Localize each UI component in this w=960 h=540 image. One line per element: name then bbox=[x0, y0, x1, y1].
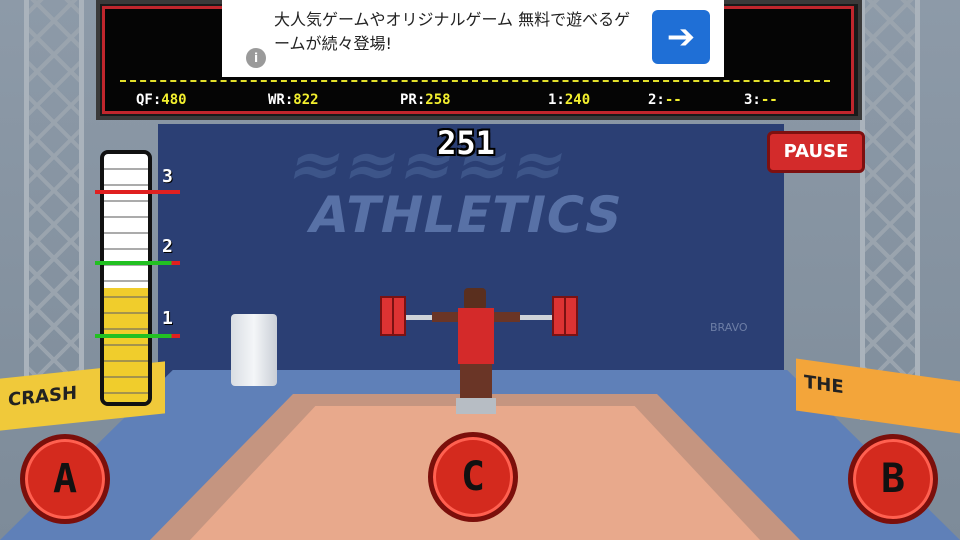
stat-qf-label: QF: bbox=[136, 92, 162, 108]
left-truss bbox=[24, 0, 84, 420]
stat-rank1-value: 240 bbox=[564, 92, 591, 108]
stat-pr-label: PR: bbox=[400, 92, 426, 108]
stat-wr-value: 822 bbox=[293, 92, 319, 108]
stat-rank1: 1:240 bbox=[548, 92, 590, 108]
barbell-plate-left-inner bbox=[392, 296, 406, 336]
stat-rank2-value: -- bbox=[664, 92, 682, 108]
stat-qf-value: 480 bbox=[161, 92, 187, 108]
stat-wr-label: WR: bbox=[268, 92, 294, 108]
power-meter bbox=[100, 150, 152, 406]
stat-pr: PR:258 bbox=[400, 92, 451, 108]
meter-mark-3 bbox=[95, 190, 180, 194]
right-truss bbox=[860, 0, 920, 420]
a-button[interactable]: A bbox=[20, 434, 110, 524]
sponsor-logo: BRAVO bbox=[710, 321, 748, 334]
ad-arrow-icon[interactable]: ➔ bbox=[652, 10, 710, 64]
b-button[interactable]: B bbox=[848, 434, 938, 524]
ad-text[interactable]: 大人気ゲームやオリジナルゲーム 無料で遊べるゲームが続々登場! bbox=[274, 8, 644, 56]
stat-rank1-label: 1: bbox=[548, 92, 565, 108]
stat-rank3-value: -- bbox=[760, 92, 778, 108]
stat-rank3: 3:-- bbox=[744, 92, 778, 108]
stat-wr: WR:822 bbox=[268, 92, 319, 108]
lifter-body bbox=[458, 308, 494, 364]
stat-rank3-label: 3: bbox=[744, 92, 761, 108]
stat-pr-value: 258 bbox=[425, 92, 451, 108]
meter-label-1: 1 bbox=[162, 308, 173, 329]
ad-info-icon[interactable]: i bbox=[246, 48, 266, 68]
meter-mark-1 bbox=[95, 334, 180, 338]
stat-qf: QF:480 bbox=[136, 92, 187, 108]
barbell-plate-right-outer bbox=[564, 296, 578, 336]
lift-counter: 251 bbox=[437, 124, 495, 162]
meter-label-2: 2 bbox=[162, 236, 173, 257]
meter-label-3: 3 bbox=[162, 166, 173, 187]
scoreboard-divider bbox=[120, 80, 830, 82]
pause-button[interactable]: PAUSE bbox=[767, 131, 865, 173]
stat-rank2: 2:-- bbox=[648, 92, 682, 108]
c-button[interactable]: C bbox=[428, 432, 518, 522]
lifter-shoes bbox=[456, 398, 496, 414]
stat-rank2-label: 2: bbox=[648, 92, 665, 108]
lifter-head bbox=[464, 288, 486, 310]
lifter-legs bbox=[460, 364, 492, 400]
backdrop-logo-text: ATHLETICS bbox=[303, 186, 629, 244]
meter-mark-2 bbox=[95, 261, 180, 265]
chalk-bowl bbox=[231, 314, 277, 386]
